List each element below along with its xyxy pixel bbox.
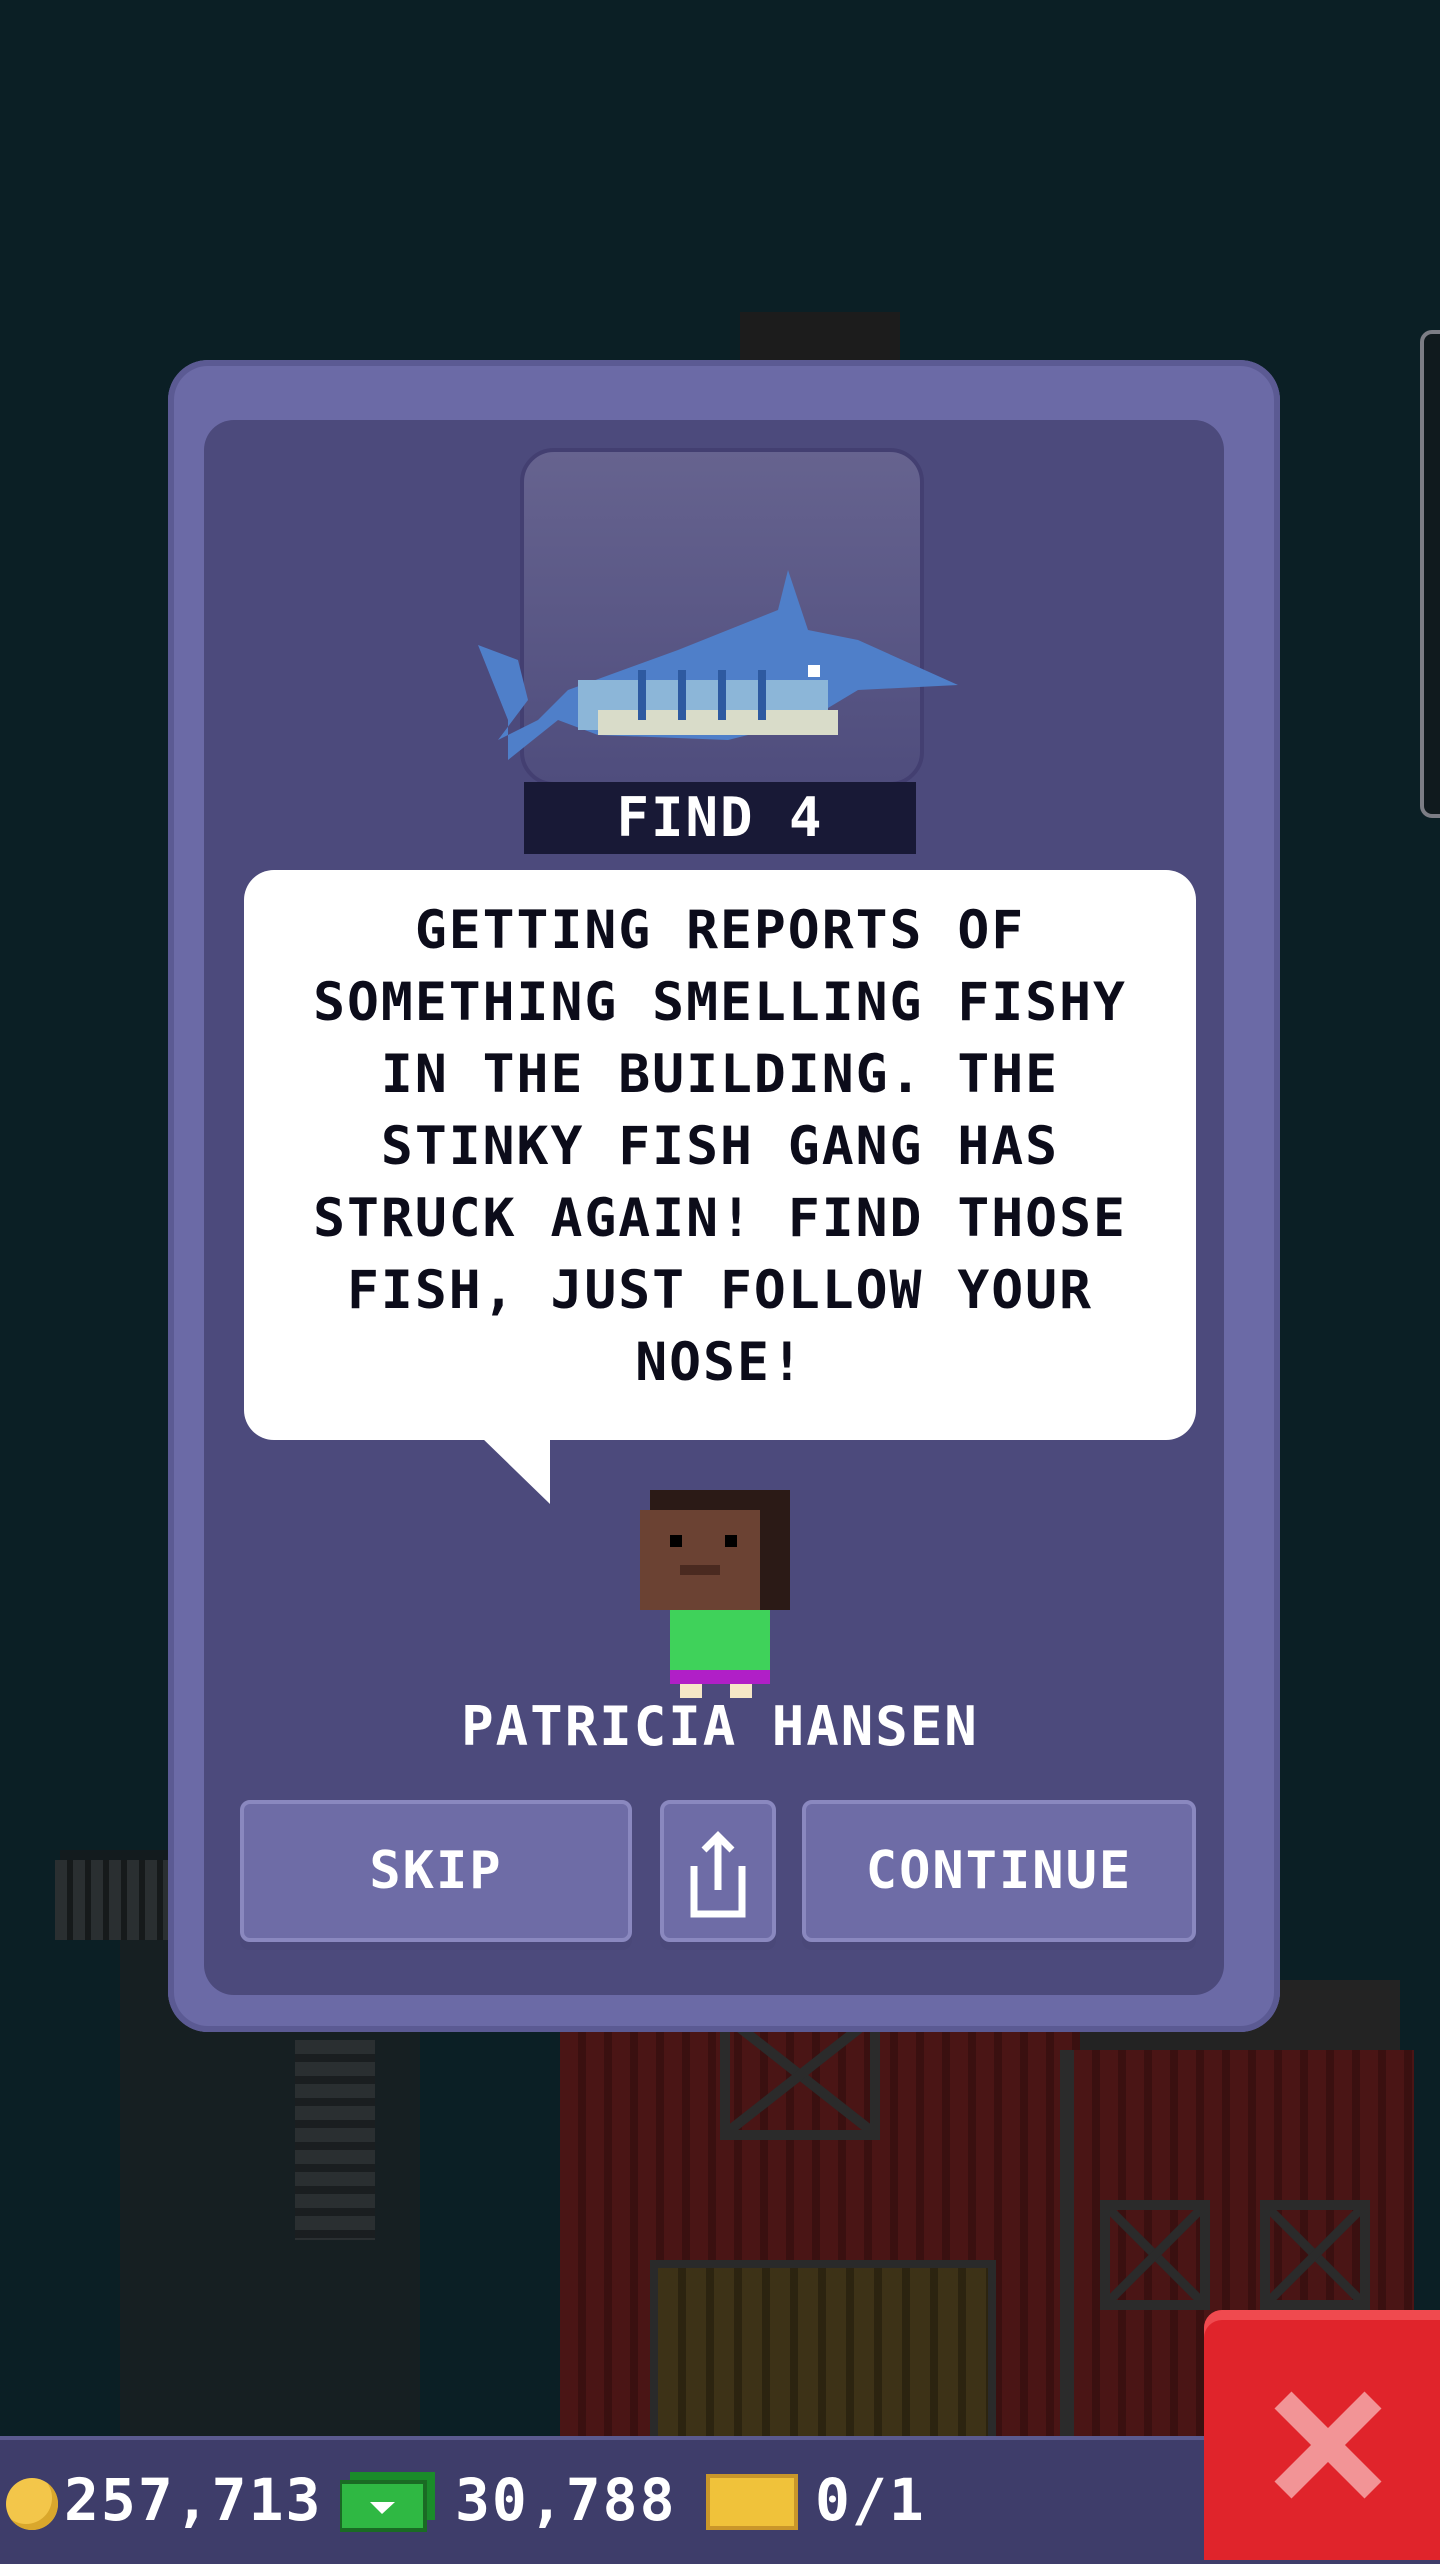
- skip-button[interactable]: SKIP: [240, 1800, 632, 1942]
- building-chimney: [740, 312, 900, 362]
- bitizen-avatar: [640, 1490, 790, 1698]
- swordfish-icon: [478, 570, 958, 760]
- bux-icon: [340, 2472, 435, 2532]
- speech-bubble-tail: [480, 1436, 550, 1504]
- coin-icon: [6, 2478, 58, 2530]
- bux-count: 30,788: [455, 2466, 677, 2534]
- continue-button[interactable]: CONTINUE: [802, 1800, 1196, 1942]
- silo-window: [295, 2040, 375, 2240]
- share-icon: [690, 1831, 746, 1918]
- barn-window-left: [1100, 2200, 1210, 2310]
- silo-sign: [55, 1860, 175, 1940]
- mission-goal-label: FIND 4: [524, 782, 916, 854]
- coin-count: 257,713: [64, 2466, 323, 2534]
- golden-ticket-icon: [706, 2474, 798, 2530]
- side-panel-tab[interactable]: [1420, 330, 1440, 818]
- character-name: PATRICIA HANSEN: [461, 1695, 979, 1758]
- mission-message: GETTING REPORTS OF SOMETHING SMELLING FI…: [313, 900, 1127, 1393]
- close-icon: [1274, 2391, 1382, 2499]
- share-button[interactable]: [660, 1800, 776, 1942]
- barn-window-right: [1260, 2200, 1370, 2310]
- ticket-count: 0/1: [815, 2466, 926, 2534]
